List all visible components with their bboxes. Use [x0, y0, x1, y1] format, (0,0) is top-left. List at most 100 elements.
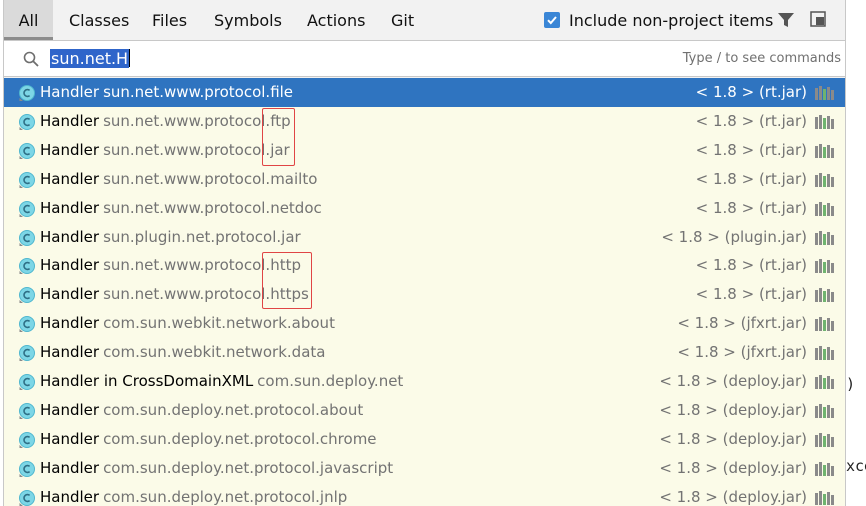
include-non-project-label: Include non-project items — [569, 10, 774, 30]
library-icon — [815, 375, 835, 389]
result-class-name: Handler — [40, 458, 100, 477]
tab-actions[interactable]: Actions — [307, 0, 365, 40]
search-input[interactable]: sun.net.H — [50, 46, 650, 72]
search-icon — [23, 51, 39, 67]
result-package: sun.net.www.protocol.ftp — [103, 111, 291, 130]
filter-icon[interactable] — [777, 11, 795, 29]
class-icon — [18, 171, 36, 189]
result-location: < 1.8 > (rt.jar) — [695, 83, 807, 101]
class-icon — [18, 84, 36, 102]
result-row[interactable]: Handler sun.net.www.protocol.mailto < 1.8 … — [4, 165, 845, 194]
result-location: < 1.8 > (deploy.jar) — [659, 487, 807, 506]
class-icon — [18, 142, 36, 160]
class-icon — [18, 431, 36, 449]
class-icon — [18, 113, 36, 131]
result-class-name: Handler — [40, 198, 100, 217]
class-icon — [18, 229, 36, 247]
result-row[interactable]: Handler com.sun.deploy.net.protocol.about… — [4, 396, 845, 425]
result-label: Handler sun.net.www.protocol.mailto — [40, 165, 317, 194]
result-class-name: Handler — [40, 83, 100, 101]
result-location: < 1.8 > (rt.jar) — [695, 256, 807, 275]
result-row[interactable]: Handler com.sun.deploy.net.protocol.chrom… — [4, 425, 845, 454]
search-query-selection: sun.net.H — [50, 49, 130, 68]
library-icon — [815, 461, 835, 476]
tab-classes[interactable]: Classes — [69, 0, 129, 40]
text-caret — [129, 49, 131, 67]
result-class-name: Handler in CrossDomainXML — [40, 372, 254, 390]
result-row[interactable]: Handler sun.net.www.protocol.jar < 1.8 > (… — [4, 136, 845, 165]
result-class-name: Handler — [40, 256, 100, 275]
result-class-name: Handler — [40, 429, 100, 448]
result-row[interactable]: Handler sun.net.www.protocol.https < 1.8 >… — [4, 280, 845, 309]
library-icon — [815, 403, 835, 418]
result-row[interactable]: Handler sun.net.www.protocol.file < 1.8 > … — [4, 78, 845, 107]
background-code-fragment: xce — [846, 457, 866, 475]
class-icon — [18, 315, 36, 333]
result-location: < 1.8 > (jfxrt.jar) — [677, 343, 807, 362]
result-label: Handler sun.net.www.protocol.jar — [40, 136, 290, 165]
result-location: < 1.8 > (rt.jar) — [695, 285, 807, 304]
result-class-name: Handler — [40, 314, 100, 333]
result-location: < 1.8 > (deploy.jar) — [659, 429, 807, 448]
result-package: com.sun.deploy.net — [257, 372, 404, 390]
result-row[interactable]: Handler sun.net.www.protocol.http < 1.8 > … — [4, 251, 845, 280]
result-package: sun.net.www.protocol.file — [103, 83, 294, 101]
result-package: com.sun.deploy.net.protocol.javascript — [103, 458, 394, 477]
result-label: Handler sun.net.www.protocol.http — [40, 251, 301, 280]
tab-all[interactable]: All — [4, 0, 53, 40]
result-row[interactable]: Handler com.sun.webkit.network.data < 1.8 … — [4, 338, 845, 367]
library-icon — [815, 317, 835, 332]
class-icon — [18, 286, 36, 304]
result-location: < 1.8 > (rt.jar) — [695, 111, 807, 130]
class-icon — [18, 200, 36, 218]
class-icon — [18, 460, 36, 478]
result-label: Handler sun.net.www.protocol.file — [40, 78, 293, 107]
result-label: Handler sun.net.www.protocol.ftp — [40, 107, 291, 136]
result-class-name: Handler — [40, 140, 100, 159]
search-everywhere-popup: All Classes Files Symbols Actions Git In… — [3, 0, 846, 506]
result-label: Handler com.sun.webkit.network.data — [40, 338, 325, 367]
result-row[interactable]: Handler com.sun.deploy.net.protocol.javas… — [4, 454, 845, 483]
result-label: Handler in CrossDomainXML com.sun.deploy.… — [40, 367, 403, 396]
result-location: < 1.8 > (rt.jar) — [695, 169, 807, 188]
pin-window-icon[interactable] — [810, 11, 826, 27]
library-icon — [815, 230, 835, 245]
result-label: Handler com.sun.deploy.net.protocol.chrom… — [40, 425, 377, 454]
result-label: Handler sun.net.www.protocol.netdoc — [40, 194, 322, 223]
result-class-name: Handler — [40, 343, 100, 362]
result-class-name: Handler — [40, 111, 100, 130]
library-icon — [815, 201, 835, 216]
result-row[interactable]: Handler sun.net.www.protocol.netdoc < 1.8 … — [4, 194, 845, 223]
class-icon — [18, 489, 36, 506]
result-label: Handler com.sun.deploy.net.protocol.javas… — [40, 454, 393, 483]
result-package: sun.net.www.protocol.http — [103, 256, 301, 275]
include-non-project-checkbox[interactable]: Include non-project items — [544, 9, 773, 31]
library-icon — [815, 288, 835, 303]
result-class-name: Handler — [40, 400, 100, 419]
class-icon — [18, 344, 36, 362]
tab-symbols[interactable]: Symbols — [214, 0, 282, 40]
result-row[interactable]: Handler com.sun.webkit.network.about < 1.8… — [4, 309, 845, 338]
result-package: sun.net.www.protocol.mailto — [103, 169, 318, 188]
result-package: com.sun.deploy.net.protocol.jnlp — [103, 487, 348, 506]
result-row[interactable]: Handler sun.plugin.net.protocol.jar < 1.8 … — [4, 223, 845, 252]
library-icon — [815, 114, 835, 129]
library-icon — [815, 143, 835, 158]
result-class-name: Handler — [40, 285, 100, 304]
result-row[interactable]: Handler in CrossDomainXML com.sun.deploy.… — [4, 367, 845, 396]
result-class-name: Handler — [40, 227, 100, 246]
results-list[interactable]: Handler sun.net.www.protocol.file < 1.8 > … — [4, 78, 845, 506]
tab-git[interactable]: Git — [391, 0, 414, 40]
result-location: < 1.8 > (rt.jar) — [695, 140, 807, 159]
result-package: sun.net.www.protocol.jar — [103, 140, 290, 159]
result-label: Handler sun.plugin.net.protocol.jar — [40, 223, 301, 252]
result-package: sun.net.www.protocol.netdoc — [103, 198, 322, 217]
library-icon — [815, 432, 835, 447]
result-row[interactable]: Handler com.sun.deploy.net.protocol.jnlp <… — [4, 483, 845, 506]
result-row[interactable]: Handler sun.net.www.protocol.ftp < 1.8 > (… — [4, 107, 845, 136]
class-icon — [18, 373, 36, 391]
tab-files[interactable]: Files — [152, 0, 187, 40]
class-icon — [18, 257, 36, 275]
result-package: com.sun.deploy.net.protocol.chrome — [103, 429, 377, 448]
result-label: Handler com.sun.deploy.net.protocol.about — [40, 396, 363, 425]
